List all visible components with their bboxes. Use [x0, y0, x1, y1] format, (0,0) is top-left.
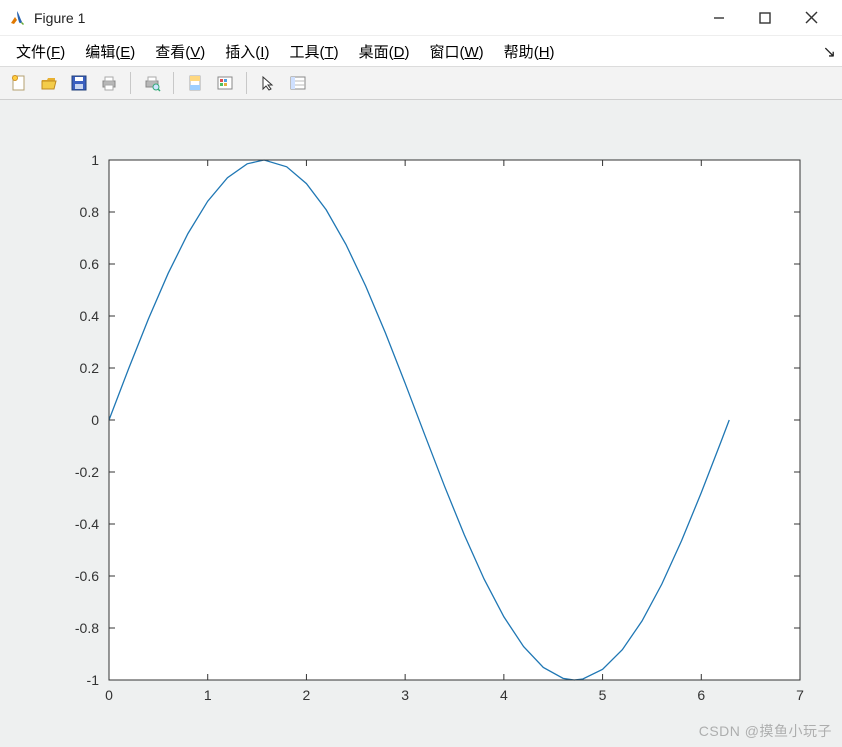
- toolbar: [0, 66, 842, 100]
- titlebar: Figure 1: [0, 0, 842, 36]
- minimize-button[interactable]: [696, 2, 742, 34]
- xtick-label: 2: [303, 687, 311, 703]
- save-button[interactable]: [66, 70, 92, 96]
- xtick-label: 0: [105, 687, 113, 703]
- ytick-label: -0.4: [75, 516, 99, 532]
- open-button[interactable]: [36, 70, 62, 96]
- ytick-label: 0: [91, 412, 99, 428]
- window-title: Figure 1: [32, 10, 696, 26]
- menu-desktop[interactable]: 桌面(D): [349, 37, 420, 66]
- menubar: 文件(F) 编辑(E) 查看(V) 插入(I) 工具(T) 桌面(D) 窗口(W…: [0, 36, 842, 66]
- print-button[interactable]: [96, 70, 122, 96]
- xtick-label: 1: [204, 687, 212, 703]
- menu-edit[interactable]: 编辑(E): [75, 37, 145, 66]
- close-button[interactable]: [788, 2, 834, 34]
- ytick-label: -0.2: [75, 464, 99, 480]
- new-figure-button[interactable]: [6, 70, 32, 96]
- property-inspector-button[interactable]: [285, 70, 311, 96]
- data-cursor-button[interactable]: [255, 70, 281, 96]
- ytick-label: 0.8: [80, 204, 100, 220]
- figure-canvas[interactable]: 0 1 2 3 4 5 6 7 -1 -0.8 -0.6 -0.4 -0.2 0 0.2 0.4 0.6 0.8 1…: [0, 100, 842, 747]
- ytick-label: 0.2: [80, 360, 100, 376]
- axes[interactable]: 0 1 2 3 4 5 6 7 -1 -0.8 -0.6 -0.4 -0.2 0 0.2 0.4 0.6 0.8 1: [0, 100, 842, 747]
- link-axes-button[interactable]: [182, 70, 208, 96]
- ytick-label: -1: [87, 672, 100, 688]
- menu-view[interactable]: 查看(V): [145, 37, 215, 66]
- toolbar-separator: [246, 72, 247, 94]
- xtick-label: 3: [401, 687, 409, 703]
- menu-help[interactable]: 帮助(H): [494, 37, 565, 66]
- menu-window[interactable]: 窗口(W): [419, 37, 493, 66]
- ytick-label: 0.4: [80, 308, 100, 324]
- ytick-label: 1: [91, 152, 99, 168]
- xtick-label: 7: [796, 687, 804, 703]
- toolbar-separator: [130, 72, 131, 94]
- toolbar-separator: [173, 72, 174, 94]
- xtick-label: 6: [697, 687, 705, 703]
- menu-tools[interactable]: 工具(T): [279, 37, 348, 66]
- menu-insert[interactable]: 插入(I): [215, 37, 279, 66]
- menu-file[interactable]: 文件(F): [6, 37, 75, 66]
- xtick-label: 4: [500, 687, 508, 703]
- ytick-label: 0.6: [80, 256, 100, 272]
- maximize-button[interactable]: [742, 2, 788, 34]
- menu-overflow-icon[interactable]: ↘: [823, 42, 836, 62]
- ytick-label: -0.6: [75, 568, 99, 584]
- print-preview-button[interactable]: [139, 70, 165, 96]
- matlab-icon: [8, 9, 26, 27]
- ytick-label: -0.8: [75, 620, 99, 636]
- colorbar-button[interactable]: [212, 70, 238, 96]
- xtick-label: 5: [599, 687, 607, 703]
